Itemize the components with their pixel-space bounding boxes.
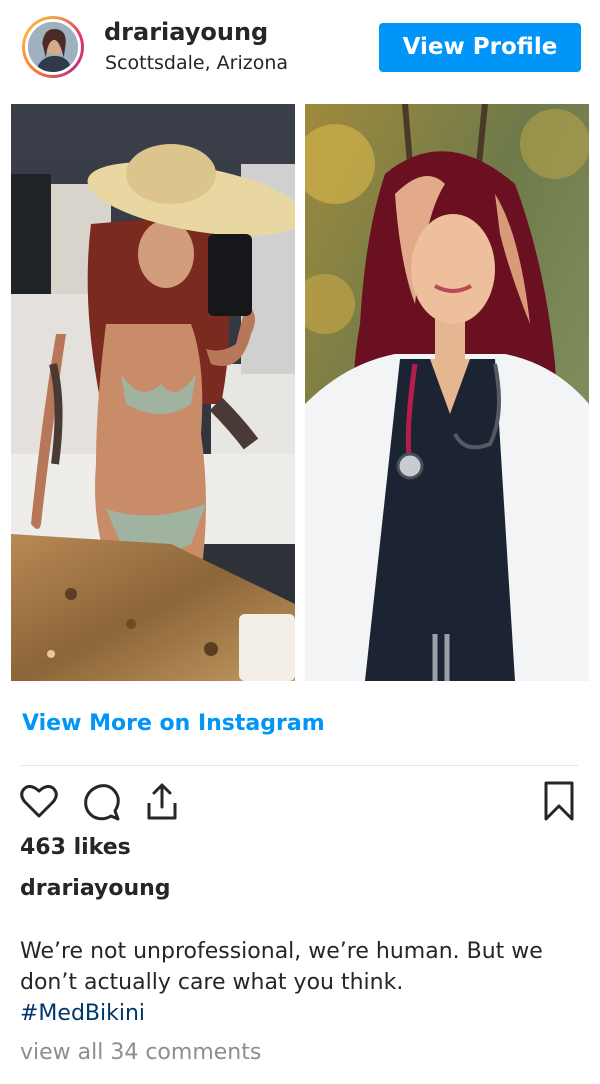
share-button[interactable] [141,781,183,823]
selfie-photo [11,104,295,681]
avatar-image [28,22,78,72]
view-comments-link[interactable]: view all 34 comments [20,1040,261,1065]
heart-icon [20,784,58,818]
bookmark-icon [544,781,574,821]
save-button[interactable] [538,781,580,823]
like-button[interactable] [18,781,60,823]
hashtag-link[interactable]: #MedBikini [20,998,580,1029]
avatar[interactable] [25,19,81,75]
avatar-ring[interactable] [22,16,84,78]
comment-button[interactable] [81,781,123,823]
post-image-left[interactable] [11,104,295,681]
header-location[interactable]: Scottsdale, Arizona [105,52,288,74]
comment-bubble-icon [84,784,120,821]
header-username[interactable]: drariayoung [104,18,268,46]
instagram-embed-card: drariayoung Scottsdale, Arizona View Pro… [0,0,600,1084]
view-profile-button[interactable]: View Profile [379,23,581,72]
post-header: drariayoung Scottsdale, Arizona View Pro… [0,0,600,100]
view-more-link[interactable]: View More on Instagram [22,711,325,736]
caption: We’re not unprofessional, we’re human. B… [20,936,580,1029]
caption-username[interactable]: drariayoung [20,876,171,901]
post-image-right[interactable] [305,104,589,681]
share-upload-icon [147,783,177,820]
likes-count[interactable]: 463 likes [20,835,131,860]
divider [20,765,578,766]
caption-text: We’re not unprofessional, we’re human. B… [20,939,543,995]
doctor-photo [305,104,589,681]
